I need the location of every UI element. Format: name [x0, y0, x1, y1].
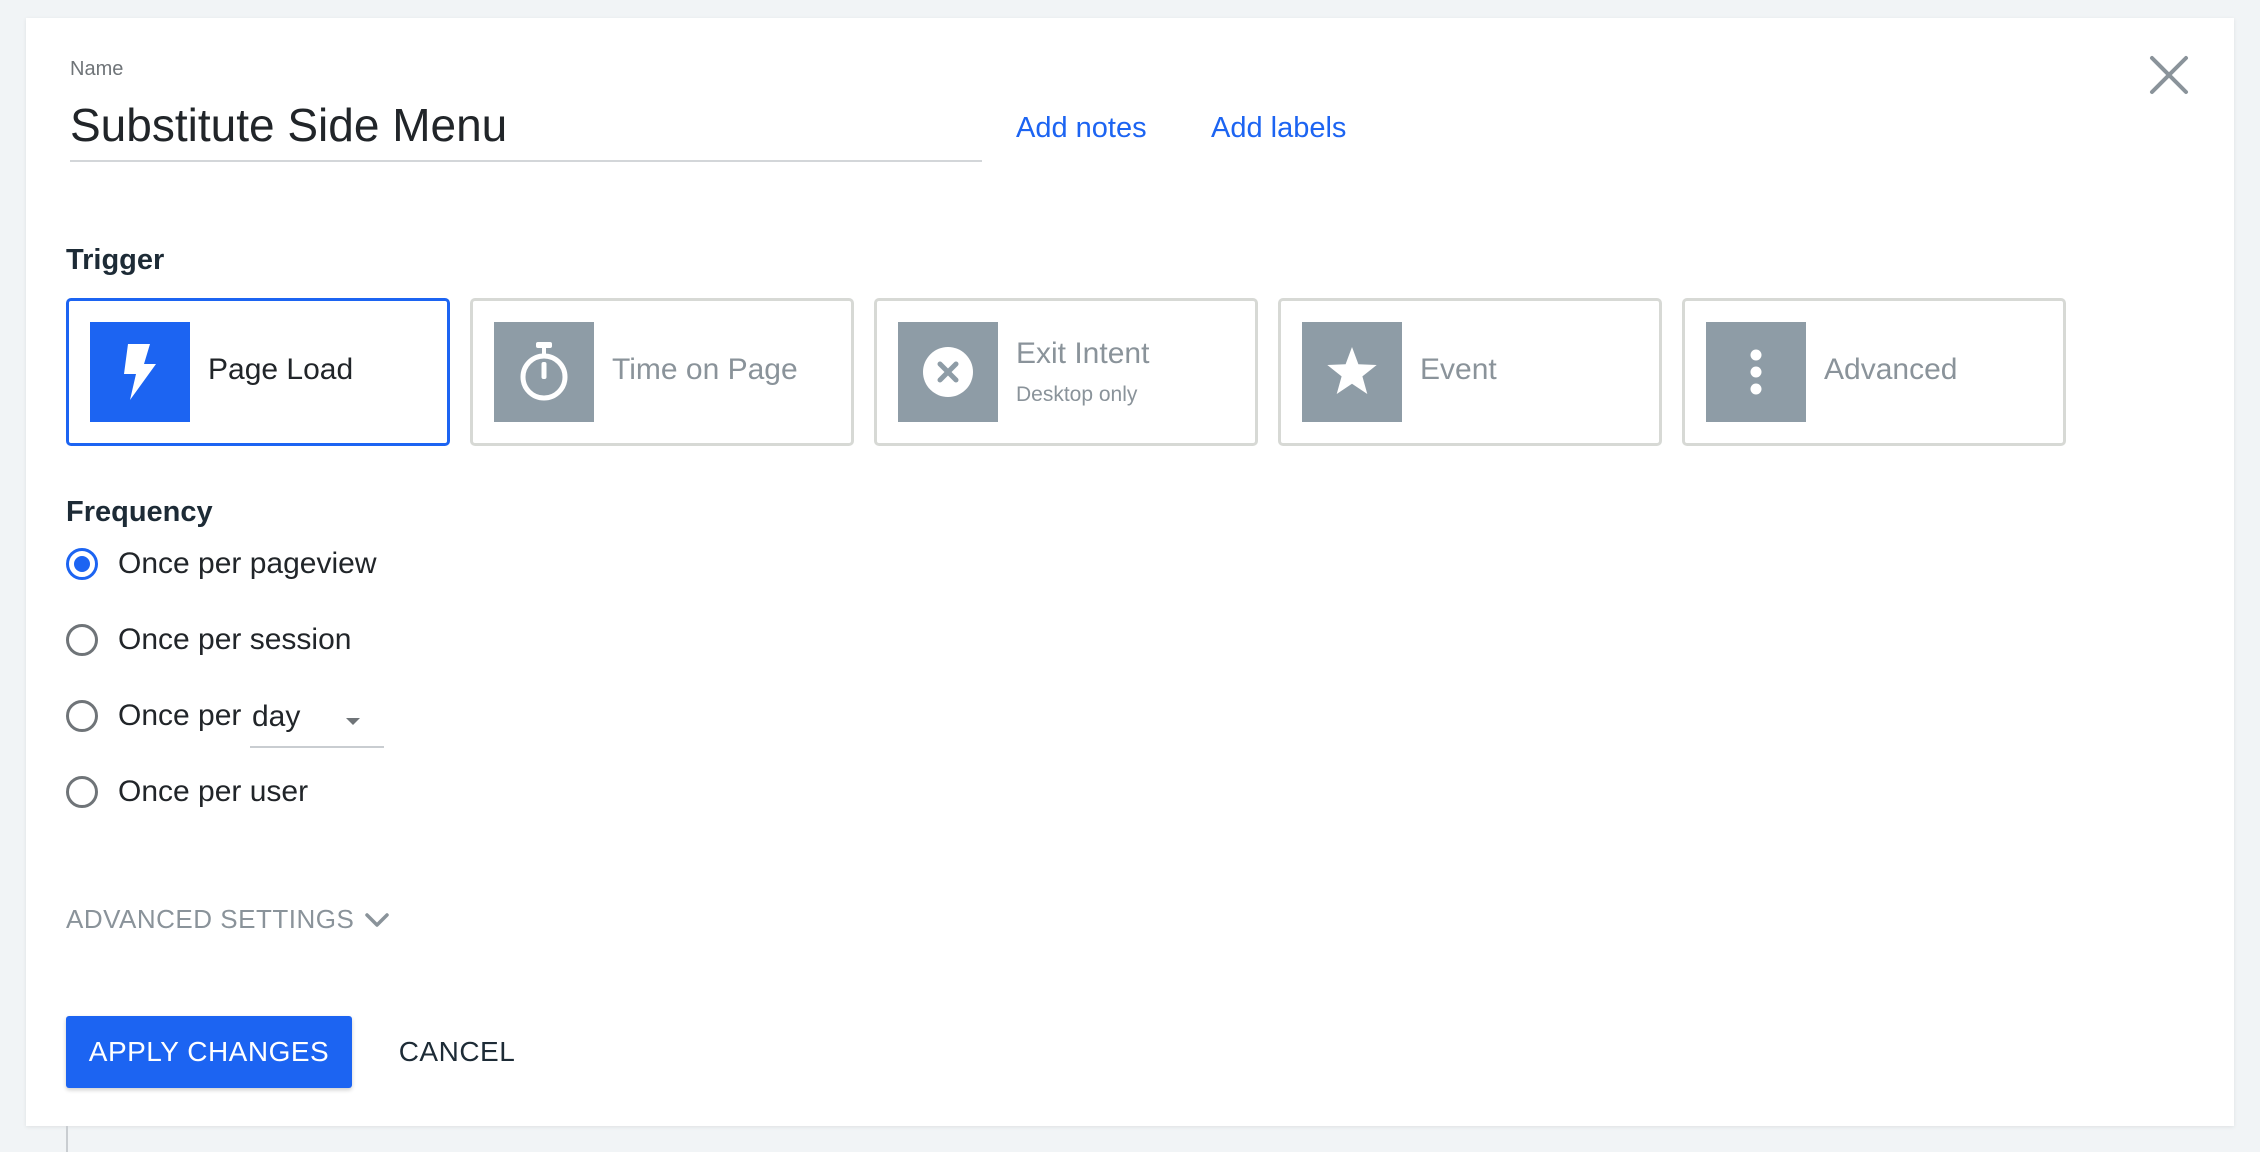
- circle-x-icon: [898, 322, 998, 422]
- add-labels-link[interactable]: Add labels: [1211, 112, 1346, 145]
- trigger-label-exit-intent: Exit Intent: [1016, 337, 1150, 370]
- trigger-tile-event[interactable]: Event: [1278, 298, 1662, 446]
- close-icon: [2150, 56, 2188, 94]
- caret-down-icon: [346, 718, 360, 725]
- name-value: Substitute Side Menu: [70, 99, 508, 151]
- frequency-option-user[interactable]: Once per user: [66, 772, 308, 812]
- trigger-label-event: Event: [1420, 353, 1497, 386]
- period-select[interactable]: day: [250, 694, 384, 748]
- advanced-settings-toggle[interactable]: ADVANCED SETTINGS: [66, 904, 390, 935]
- cancel-button[interactable]: CANCEL: [382, 1016, 532, 1088]
- frequency-title: Frequency: [66, 496, 213, 528]
- name-field[interactable]: Substitute Side Menu: [70, 92, 982, 162]
- page: Name Substitute Side Menu Add notes Add …: [0, 0, 2260, 1152]
- trigger-label-time-on-page: Time on Page: [612, 353, 798, 386]
- trigger-tile-exit-intent[interactable]: Exit Intent Desktop only: [874, 298, 1258, 446]
- radio-button[interactable]: [66, 548, 98, 580]
- star-icon: [1302, 322, 1402, 422]
- trigger-label-advanced: Advanced: [1824, 353, 1958, 386]
- stopwatch-icon: [494, 322, 594, 422]
- vertical-dots-icon: [1706, 322, 1806, 422]
- frequency-option-per-period[interactable]: Once per: [66, 696, 241, 736]
- frequency-label-pageview: Once per pageview: [118, 547, 377, 580]
- chevron-down-icon: [365, 912, 390, 927]
- apply-changes-button[interactable]: APPLY CHANGES: [66, 1016, 352, 1088]
- trigger-label-page-load: Page Load: [208, 353, 354, 386]
- radio-button[interactable]: [66, 700, 98, 732]
- frequency-label-per-period: Once per: [118, 699, 242, 732]
- trigger-title: Trigger: [66, 244, 165, 276]
- period-select-value: day: [252, 700, 301, 733]
- frequency-option-pageview[interactable]: Once per pageview: [66, 544, 377, 584]
- trigger-tile-page-load[interactable]: Page Load: [66, 298, 450, 446]
- divider-line: [66, 1126, 68, 1152]
- name-label: Name: [70, 58, 124, 80]
- frequency-label-session: Once per session: [118, 623, 352, 656]
- trigger-tile-time-on-page[interactable]: Time on Page: [470, 298, 854, 446]
- lightning-bolt-icon: [90, 322, 190, 422]
- close-button[interactable]: [2146, 52, 2192, 98]
- frequency-label-user: Once per user: [118, 775, 309, 808]
- trigger-sublabel-exit-intent: Desktop only: [1016, 383, 1138, 406]
- radio-button[interactable]: [66, 776, 98, 808]
- trigger-tile-advanced[interactable]: Advanced: [1682, 298, 2066, 446]
- add-notes-link[interactable]: Add notes: [1016, 112, 1147, 145]
- frequency-option-session[interactable]: Once per session: [66, 620, 351, 660]
- radio-button[interactable]: [66, 624, 98, 656]
- advanced-settings-label: ADVANCED SETTINGS: [66, 904, 355, 934]
